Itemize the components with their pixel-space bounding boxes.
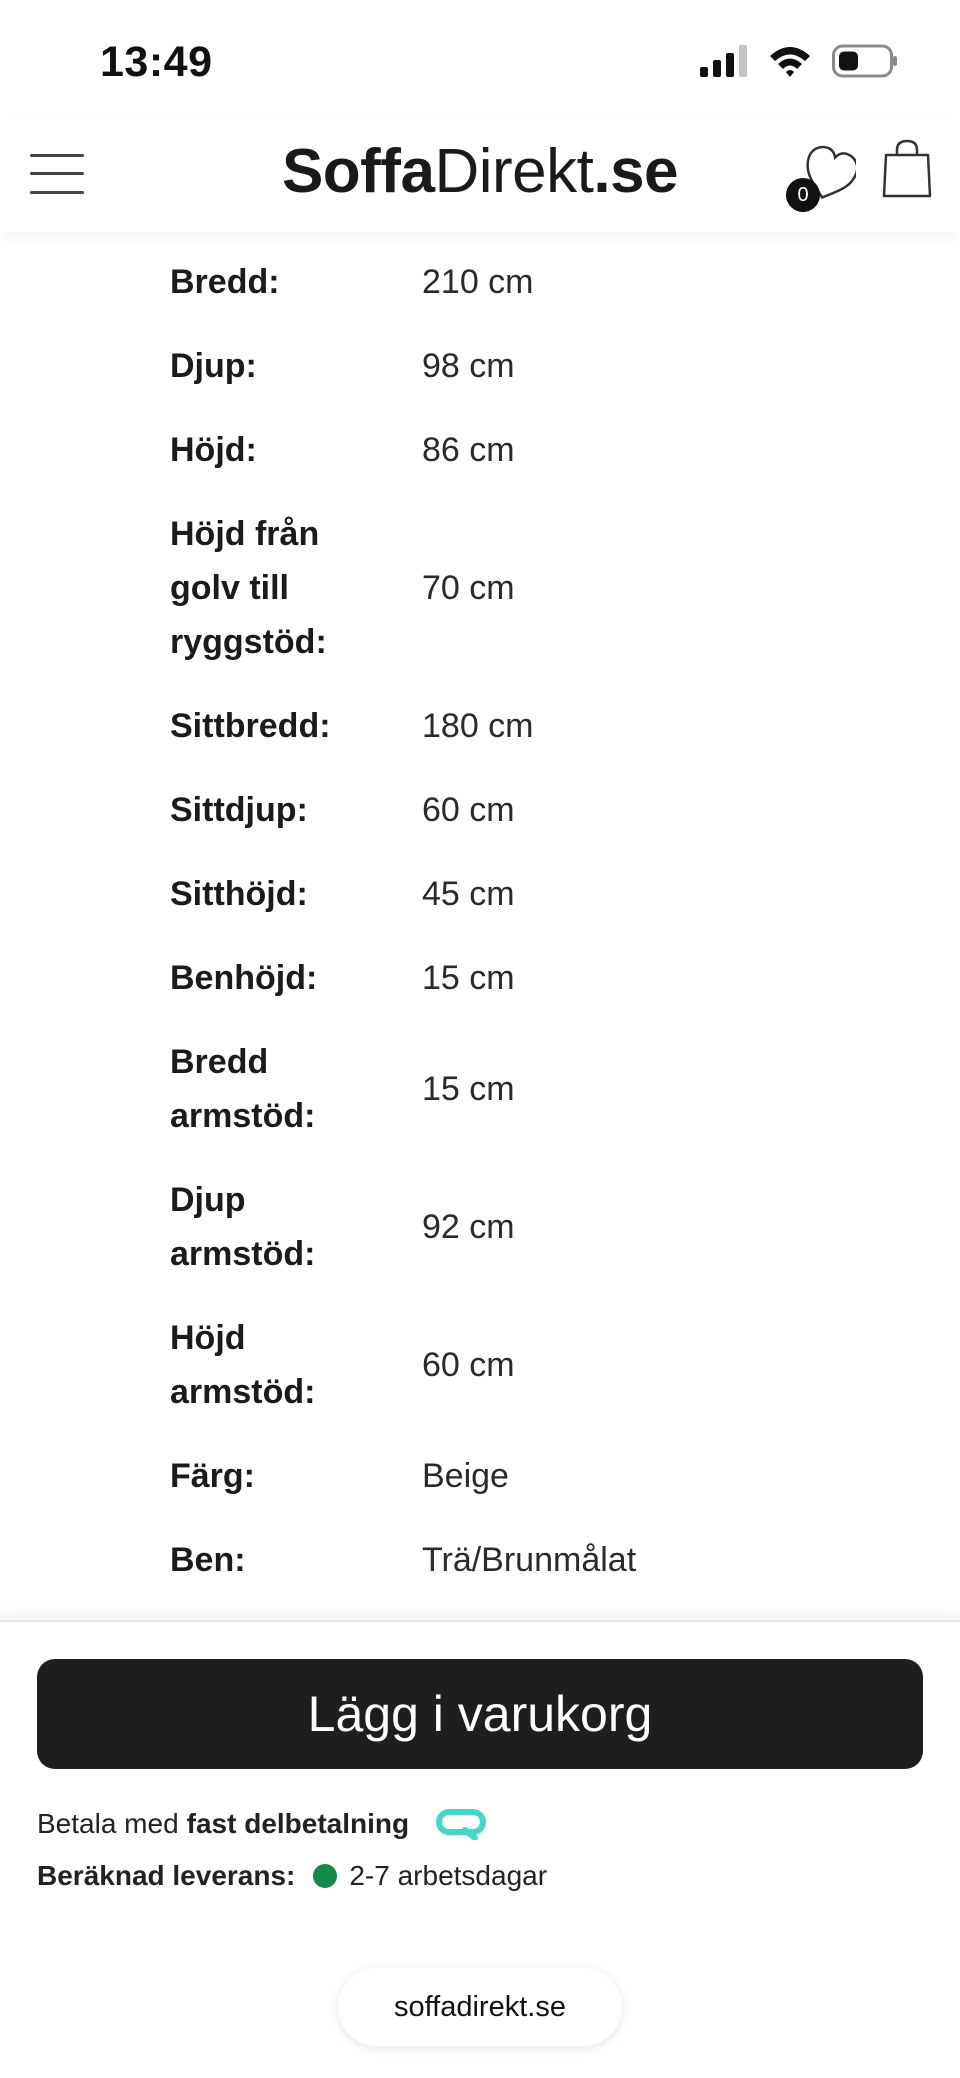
spec-value: 60 cm <box>422 1346 515 1384</box>
spec-label: Bredd: <box>170 263 280 301</box>
wifi-icon <box>770 47 810 77</box>
logo-suffix-text: .se <box>593 137 679 206</box>
cellular-signal-icon <box>700 45 747 77</box>
spec-row: Djup armstöd: 92 cm <box>0 1158 960 1296</box>
spec-row: Höjd: 86 cm <box>0 408 960 492</box>
battery-icon <box>832 44 897 78</box>
product-specifications: Bredd: 210 cm Djup: 98 cm Höjd: 86 cm Hö… <box>0 240 960 1602</box>
spec-label: Sittbredd: <box>170 707 331 745</box>
spec-value: 210 cm <box>422 263 534 301</box>
spec-value: 70 cm <box>422 569 515 607</box>
spec-value: Beige <box>422 1457 509 1495</box>
spec-row: Benhöjd: 15 cm <box>0 936 960 1020</box>
spec-label: Djup armstöd: <box>170 1181 316 1273</box>
spec-value: 92 cm <box>422 1208 515 1246</box>
spec-row: Ben: Trä/Brunmålat <box>0 1518 960 1602</box>
spec-row: Sittbredd: 180 cm <box>0 684 960 768</box>
spec-row: Bredd: 210 cm <box>0 240 960 324</box>
delivery-value: 2-7 arbetsdagar <box>349 1860 548 1891</box>
spec-value: 15 cm <box>422 1070 515 1108</box>
add-to-cart-button[interactable]: Lägg i varukorg <box>37 1659 923 1769</box>
payment-prefix: Betala med <box>37 1808 179 1839</box>
browser-url-pill[interactable]: soffadirekt.se <box>338 1968 622 2046</box>
wishlist-button[interactable]: 0 <box>786 140 856 212</box>
spec-row: Sittdjup: 60 cm <box>0 768 960 852</box>
status-time: 13:49 <box>100 38 213 86</box>
cart-button[interactable] <box>880 138 934 200</box>
spec-label: Sittdjup: <box>170 791 308 829</box>
spec-value: 45 cm <box>422 875 515 913</box>
spec-label: Benhöjd: <box>170 959 318 997</box>
spec-row: Höjd från golv till ryggstöd: 70 cm <box>0 492 960 684</box>
payment-info: Betala med fast delbetalning <box>37 1808 487 1840</box>
spec-label: Ben: <box>170 1541 246 1579</box>
logo-bold-text: Soffa <box>281 137 435 206</box>
delivery-status-dot <box>313 1864 338 1888</box>
spec-label: Färg: <box>170 1457 255 1495</box>
spec-label: Höjd armstöd: <box>170 1319 316 1411</box>
spec-label: Höjd: <box>170 431 257 469</box>
spec-value: 180 cm <box>422 707 534 745</box>
payment-method: fast delbetalning <box>186 1808 410 1839</box>
wishlist-count-badge: 0 <box>786 178 820 212</box>
payment-provider-logo-icon <box>436 1809 487 1840</box>
spec-value: 98 cm <box>422 347 515 385</box>
spec-label: Sitthöjd: <box>170 875 308 913</box>
spec-row: Djup: 98 cm <box>0 324 960 408</box>
spec-value: 86 cm <box>422 431 515 469</box>
spec-value: 15 cm <box>422 959 515 997</box>
shopping-bag-icon <box>882 139 932 198</box>
site-header: SoffaDirekt.se 0 <box>0 120 960 232</box>
status-bar: 13:49 <box>0 0 960 120</box>
delivery-label: Beräknad leverans: <box>37 1860 296 1891</box>
spec-value: Trä/Brunmålat <box>422 1541 637 1579</box>
status-icons <box>700 44 898 78</box>
spec-label: Bredd armstöd: <box>170 1043 316 1135</box>
spec-value: 60 cm <box>422 791 515 829</box>
spec-row: Sitthöjd: 45 cm <box>0 852 960 936</box>
logo-light-text: Direkt <box>434 137 594 206</box>
spec-row: Färg: Beige <box>0 1434 960 1518</box>
delivery-info: Beräknad leverans: 2-7 arbetsdagar <box>37 1860 547 1892</box>
spec-label: Höjd från golv till ryggstöd: <box>170 515 327 661</box>
spec-row: Bredd armstöd: 15 cm <box>0 1020 960 1158</box>
spec-row: Höjd armstöd: 60 cm <box>0 1296 960 1434</box>
spec-label: Djup: <box>170 347 257 385</box>
purchase-panel: Lägg i varukorg Betala med fast delbetal… <box>0 1620 960 2078</box>
